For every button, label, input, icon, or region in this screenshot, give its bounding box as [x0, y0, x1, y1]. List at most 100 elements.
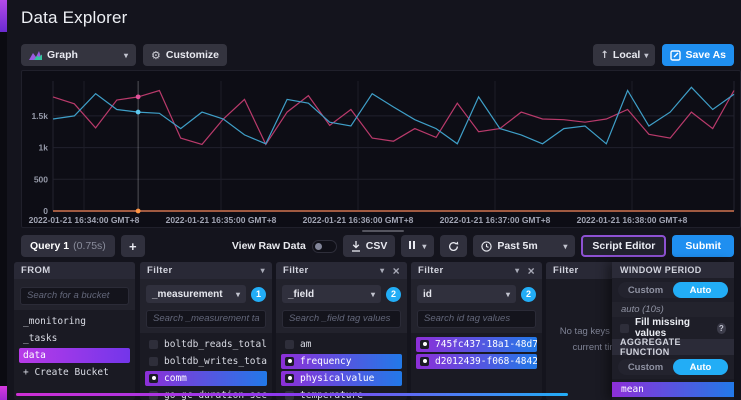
customize-label: Customize: [166, 49, 219, 61]
save-as-icon: [670, 50, 681, 61]
aggregate-custom-option[interactable]: Custom: [618, 359, 673, 375]
tag-value-search-input[interactable]: [146, 310, 266, 328]
nav-rail-logo[interactable]: [0, 0, 7, 32]
save-as-button[interactable]: Save As: [662, 44, 734, 66]
chevron-down-icon: ▾: [422, 242, 426, 251]
pause-icon: [409, 240, 417, 252]
filter-column-id: Filter ▾ × id ▾ 2 745fc437-18a1-48d7-98a…: [411, 262, 542, 400]
aggregate-toggle: Custom Auto: [618, 359, 728, 375]
close-icon[interactable]: ×: [528, 265, 535, 277]
filter-header-label: Filter: [283, 265, 309, 276]
list-item[interactable]: boltdb_reads_total: [145, 337, 267, 352]
list-item-label: frequency: [300, 356, 351, 367]
list-item[interactable]: mean: [612, 382, 734, 397]
time-range-label: Past 5m: [497, 240, 537, 252]
query-tab-label: Query 1: [30, 240, 69, 252]
checkbox-icon: [149, 340, 158, 349]
list-item[interactable]: d2012439-f068-4842-bfef-8..: [416, 354, 537, 369]
svg-text:2022-01-21 16:38:00 GMT+8: 2022-01-21 16:38:00 GMT+8: [577, 215, 688, 225]
list-item[interactable]: frequency: [281, 354, 402, 369]
query-tab[interactable]: Query 1 (0.75s): [21, 235, 115, 257]
main-area: Data Explorer Graph ▾ ⚙ Customize ↑ Loca…: [7, 0, 741, 400]
from-header: FROM: [14, 262, 135, 279]
chevron-down-icon: ▾: [236, 290, 240, 299]
tag-key-label: _field: [288, 289, 314, 300]
list-item[interactable]: 745fc437-18a1-48d7-98a6-7..: [416, 337, 537, 352]
customize-button[interactable]: ⚙ Customize: [143, 44, 227, 66]
list-item[interactable]: _monitoring: [19, 314, 130, 329]
toggle-knob: [315, 243, 322, 250]
filter-header-label: Filter: [553, 265, 579, 276]
close-icon[interactable]: ×: [393, 265, 400, 277]
list-item[interactable]: physicalvalue: [281, 371, 402, 386]
view-raw-data-toggle[interactable]: [312, 240, 337, 253]
list-item-label: + Create Bucket: [23, 367, 109, 378]
list-item[interactable]: am: [281, 337, 402, 352]
tag-key-dropdown[interactable]: _measurement ▾: [146, 285, 246, 303]
bucket-selector-column: FROM _monitoring _tasksdata + Create Bucke…: [14, 262, 135, 400]
svg-text:2022-01-21 16:35:00 GMT+8: 2022-01-21 16:35:00 GMT+8: [166, 215, 277, 225]
help-icon[interactable]: ?: [717, 323, 726, 334]
filter-header: Filter ▾: [140, 262, 272, 279]
tag-value-search-input[interactable]: [282, 310, 401, 328]
bucket-search-input[interactable]: [20, 287, 129, 305]
svg-text:1.5k: 1.5k: [31, 111, 48, 121]
window-custom-option[interactable]: Custom: [618, 282, 673, 298]
from-header-label: FROM: [21, 265, 51, 276]
filter-header-label: Filter: [147, 265, 173, 276]
save-as-label: Save As: [686, 49, 726, 61]
time-range-dropdown[interactable]: Past 5m ▾: [473, 235, 575, 257]
location-dropdown[interactable]: ↑ Local ▾: [593, 44, 655, 66]
submit-button[interactable]: Submit: [672, 235, 734, 257]
view-type-dropdown[interactable]: Graph ▾: [21, 44, 136, 66]
tag-key-dropdown[interactable]: id ▾: [417, 285, 516, 303]
list-item[interactable]: data: [19, 348, 130, 363]
filter-controls: id ▾ 2: [411, 279, 542, 333]
time-series-chart[interactable]: 05001k1.5k2022-01-21 16:34:00 GMT+82022-…: [21, 70, 741, 228]
aggregate-auto-option[interactable]: Auto: [673, 359, 728, 375]
chevron-down-icon[interactable]: ▾: [380, 266, 384, 275]
pause-dropdown-button[interactable]: ▾: [401, 235, 434, 257]
list-item-label: am: [300, 339, 311, 350]
builder-scrollbar[interactable]: [16, 393, 568, 396]
clock-icon: [481, 241, 492, 252]
chevron-down-icon: ▾: [124, 51, 128, 60]
list-item[interactable]: boltdb_writes_total: [145, 354, 267, 369]
tag-value-search-input[interactable]: [417, 310, 536, 328]
nav-rail-bottom[interactable]: [0, 386, 7, 400]
window-period-panel: WINDOW PERIOD Custom Auto auto (10s) Fil…: [612, 262, 734, 400]
hover-point: [136, 110, 141, 115]
list-item[interactable]: comm: [145, 371, 267, 386]
filter-controls: _measurement ▾ 1: [140, 279, 272, 333]
list-item-label: data: [23, 350, 46, 361]
window-period-toggle: Custom Auto: [618, 282, 728, 298]
horizontal-scrollbar-thumb[interactable]: [362, 230, 404, 232]
list-item[interactable]: + Create Bucket: [19, 365, 130, 380]
fill-missing-values-row[interactable]: Fill missing values ?: [612, 320, 734, 336]
checkbox-icon: [285, 340, 294, 349]
list-item[interactable]: _tasks: [19, 331, 130, 346]
chevron-down-icon: ▾: [644, 51, 648, 60]
list-item-label: _monitoring: [23, 316, 86, 327]
chart-canvas: 05001k1.5k2022-01-21 16:34:00 GMT+82022-…: [22, 71, 740, 227]
tag-key-label: id: [423, 289, 432, 300]
refresh-button[interactable]: [440, 235, 467, 257]
svg-text:2022-01-21 16:37:00 GMT+8: 2022-01-21 16:37:00 GMT+8: [440, 215, 551, 225]
list-item-label: physicalvalue: [300, 373, 374, 384]
window-period-header: WINDOW PERIOD: [612, 262, 734, 278]
checkbox-icon[interactable]: [620, 324, 629, 333]
list-item-label: _tasks: [23, 333, 57, 344]
csv-download-button[interactable]: CSV: [343, 235, 396, 257]
visualization-toolbar: Graph ▾ ⚙ Customize ↑ Local ▾ Save As: [21, 44, 734, 66]
checkbox-icon: [149, 357, 158, 366]
chevron-down-icon[interactable]: ▾: [515, 266, 519, 275]
filter-controls: _field ▾ 2: [276, 279, 407, 333]
aggregate-function-list: meanmedianlast: [612, 379, 734, 400]
list-item-label: d2012439-f068-4842-bfef-8..: [435, 356, 537, 367]
script-editor-button[interactable]: Script Editor: [581, 235, 666, 257]
chevron-down-icon[interactable]: ▾: [261, 266, 265, 275]
tag-key-dropdown[interactable]: _field ▾: [282, 285, 381, 303]
window-auto-option[interactable]: Auto: [673, 282, 728, 298]
tag-value-list: 745fc437-18a1-48d7-98a6-7.. d2012439-f068…: [411, 333, 542, 400]
add-query-button[interactable]: +: [121, 235, 145, 257]
